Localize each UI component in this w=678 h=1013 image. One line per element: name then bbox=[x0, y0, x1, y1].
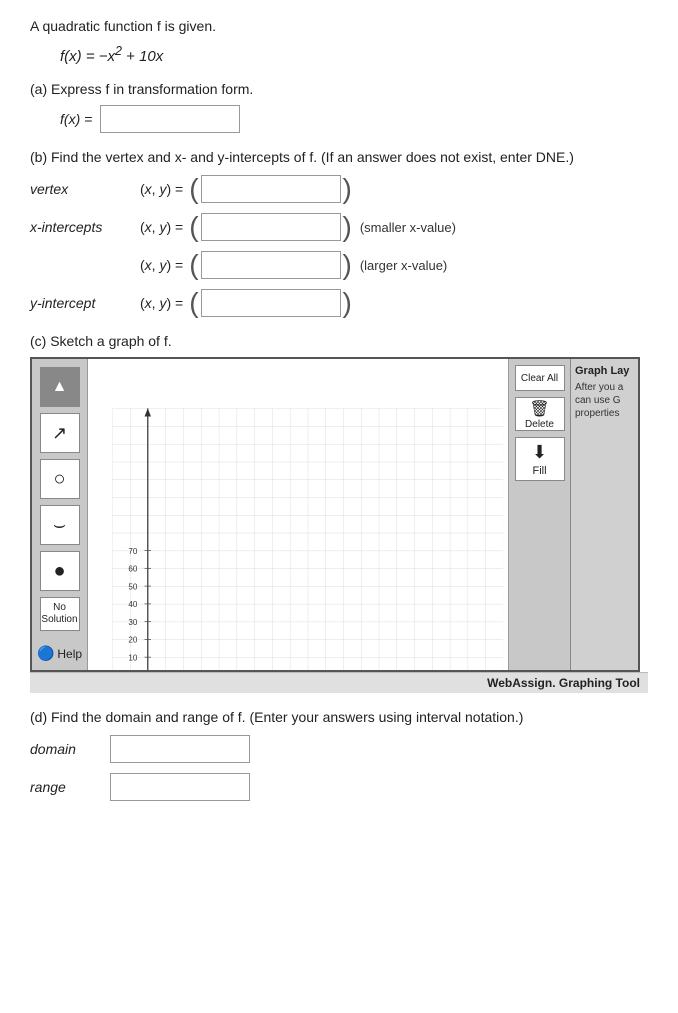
part-a-input[interactable] bbox=[101, 106, 239, 132]
function-display: f(x) = −x2 + 10x bbox=[60, 44, 648, 65]
intro-text: A quadratic function f is given. bbox=[30, 18, 648, 34]
scale-tool[interactable]: ↗ bbox=[40, 413, 80, 453]
help-button[interactable]: 🔵 Help bbox=[37, 637, 82, 662]
part-d-label: (d) Find the domain and range of f. (Ent… bbox=[30, 709, 648, 725]
svg-text:10: 10 bbox=[128, 653, 137, 662]
trash-icon: 🗑 bbox=[529, 399, 549, 419]
svg-text:40: 40 bbox=[128, 600, 137, 609]
vertex-open-paren: ( bbox=[189, 175, 198, 203]
graphing-tool-text: Graphing Tool bbox=[559, 676, 640, 690]
help-icon: 🔵 bbox=[37, 645, 54, 662]
x-int-close-2: ) bbox=[343, 251, 352, 279]
no-solution-tool[interactable]: NoSolution bbox=[40, 597, 80, 631]
smaller-note: (smaller x-value) bbox=[360, 220, 456, 235]
graph-canvas[interactable]: -2 -1 1 2 3 4 5 6 7 8 9 10 11 12 13 14 1… bbox=[88, 359, 508, 670]
point-tool[interactable]: ● bbox=[40, 551, 80, 591]
fill-button[interactable]: ⬇ Fill bbox=[515, 437, 565, 481]
svg-text:60: 60 bbox=[128, 565, 137, 574]
circle-tool[interactable]: ○ bbox=[40, 459, 80, 499]
x-int-eq-1: (x, y) = bbox=[140, 219, 183, 235]
svg-text:20: 20 bbox=[128, 636, 137, 645]
part-b-label: (b) Find the vertex and x- and y-interce… bbox=[30, 149, 648, 165]
part-c-label: (c) Sketch a graph of f. bbox=[30, 333, 648, 349]
circle-icon: ○ bbox=[53, 468, 65, 491]
y-intercept-box[interactable] bbox=[201, 289, 341, 317]
svg-text:50: 50 bbox=[128, 582, 137, 591]
fill-label: Fill bbox=[532, 465, 546, 477]
vertex-input-box[interactable] bbox=[201, 175, 341, 203]
x-intercept-smaller-input[interactable] bbox=[202, 214, 340, 240]
graph-container: ▲ ↗ ○ ⌣ ● NoSolution 🔵 Help bbox=[30, 357, 640, 672]
graph-right-panel: Clear All 🗑 Delete ⬇ Fill bbox=[508, 359, 570, 670]
select-tool[interactable]: ▲ bbox=[40, 367, 80, 407]
vertex-input[interactable] bbox=[202, 176, 340, 202]
graph-lay-title: Graph Lay bbox=[575, 365, 634, 377]
y-int-eq: (x, y) = bbox=[140, 295, 183, 311]
fill-down-icon: ⬇ bbox=[532, 442, 547, 463]
vertex-eq: (x, y) = bbox=[140, 181, 183, 197]
x-intercept-larger-input[interactable] bbox=[202, 252, 340, 278]
fx-label-a: f(x) = bbox=[60, 111, 92, 127]
vertex-close-paren: ) bbox=[343, 175, 352, 203]
svg-text:70: 70 bbox=[128, 547, 137, 556]
vertex-label: vertex bbox=[30, 181, 140, 197]
larger-note: (larger x-value) bbox=[360, 258, 447, 273]
y-int-close: ) bbox=[343, 289, 352, 317]
domain-input-box[interactable] bbox=[110, 735, 250, 763]
curve-tool[interactable]: ⌣ bbox=[40, 505, 80, 545]
domain-label: domain bbox=[30, 741, 110, 757]
clear-all-label: Clear All bbox=[521, 373, 558, 384]
svg-text:30: 30 bbox=[128, 618, 137, 627]
help-label: Help bbox=[57, 647, 82, 661]
part-a-input-box[interactable] bbox=[100, 105, 240, 133]
x-int-open-1: ( bbox=[189, 213, 198, 241]
webassign-brand: WebAssign. bbox=[487, 676, 555, 690]
graph-svg: -2 -1 1 2 3 4 5 6 7 8 9 10 11 12 13 14 1… bbox=[88, 359, 508, 670]
arrow-icon: ▲ bbox=[52, 378, 68, 396]
y-intercept-label: y-intercept bbox=[30, 295, 140, 311]
graph-toolbar: ▲ ↗ ○ ⌣ ● NoSolution 🔵 Help bbox=[32, 359, 88, 670]
x-intercept-larger-box[interactable] bbox=[201, 251, 341, 279]
x-int-open-2: ( bbox=[189, 251, 198, 279]
range-label: range bbox=[30, 779, 110, 795]
domain-input[interactable] bbox=[111, 736, 249, 762]
clear-all-button[interactable]: Clear All bbox=[515, 365, 565, 391]
point-icon: ● bbox=[53, 560, 65, 583]
delete-button[interactable]: 🗑 Delete bbox=[515, 397, 565, 431]
x-intercepts-label: x-intercepts bbox=[30, 219, 140, 235]
x-intercept-smaller-box[interactable] bbox=[201, 213, 341, 241]
curve-icon: ⌣ bbox=[53, 514, 66, 537]
x-int-eq-2: (x, y) = bbox=[140, 257, 183, 273]
scale-icon: ↗ bbox=[52, 423, 67, 444]
x-int-close-1: ) bbox=[343, 213, 352, 241]
y-int-open: ( bbox=[189, 289, 198, 317]
range-input[interactable] bbox=[111, 774, 249, 800]
y-intercept-input[interactable] bbox=[202, 290, 340, 316]
range-input-box[interactable] bbox=[110, 773, 250, 801]
webassign-bar: WebAssign. Graphing Tool bbox=[30, 672, 648, 693]
no-solution-label: NoSolution bbox=[41, 602, 77, 626]
part-a-label: (a) Express f in transformation form. bbox=[30, 81, 648, 97]
delete-label: Delete bbox=[525, 419, 554, 430]
graph-lay-panel: Graph Lay After you a can use G properti… bbox=[570, 359, 638, 670]
graph-lay-after-text: After you a can use G properties bbox=[575, 381, 634, 420]
